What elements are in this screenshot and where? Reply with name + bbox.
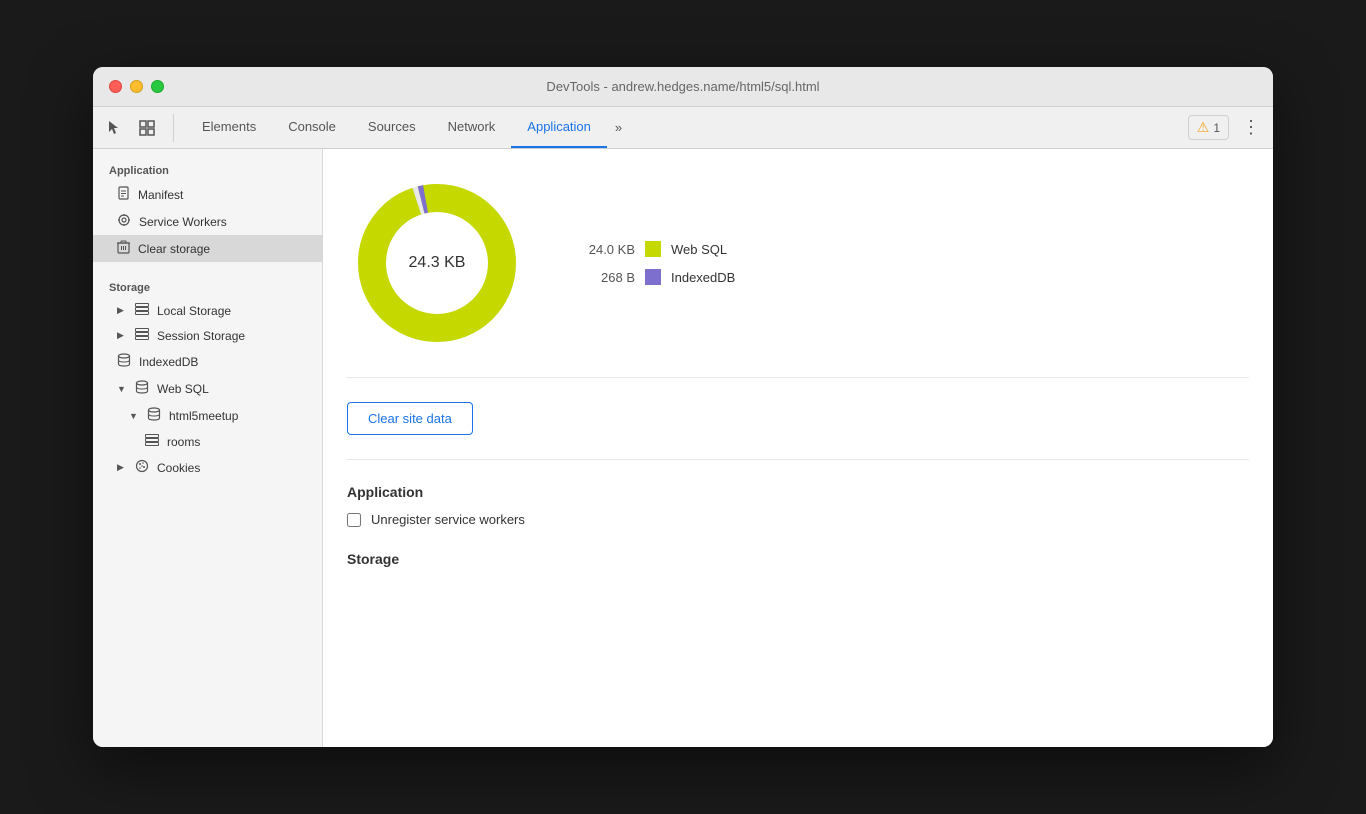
- html5meetup-label: html5meetup: [169, 409, 238, 423]
- unregister-service-workers-label: Unregister service workers: [371, 512, 525, 527]
- web-sql-arrow: ▼: [117, 384, 127, 394]
- toolbar-icons: [101, 114, 174, 142]
- tab-sources[interactable]: Sources: [352, 107, 432, 148]
- tab-network[interactable]: Network: [432, 107, 512, 148]
- clear-site-section: Clear site data: [347, 402, 1249, 460]
- legend-indexeddb: 268 B IndexedDB: [575, 269, 735, 285]
- sidebar-item-local-storage[interactable]: ▶ Local Storage: [93, 298, 322, 323]
- more-options-button[interactable]: ⋮: [1237, 114, 1265, 142]
- indexeddb-icon: [117, 353, 131, 370]
- cursor-icon-button[interactable]: [101, 114, 129, 142]
- web-sql-value: 24.0 KB: [575, 242, 635, 257]
- sidebar-item-clear-storage[interactable]: Clear storage: [93, 235, 322, 262]
- service-workers-label: Service Workers: [139, 215, 227, 229]
- session-storage-label: Session Storage: [157, 329, 245, 343]
- donut-center-label: 24.3 KB: [409, 254, 466, 272]
- local-storage-label: Local Storage: [157, 304, 231, 318]
- unregister-service-workers-row: Unregister service workers: [347, 512, 1249, 527]
- service-workers-icon: [117, 213, 131, 230]
- rooms-icon: [145, 434, 159, 449]
- minimize-button[interactable]: [130, 80, 143, 93]
- indexed-db-legend-label: IndexedDB: [671, 270, 735, 285]
- local-storage-icon: [135, 303, 149, 318]
- traffic-lights: [109, 80, 164, 93]
- sidebar-section-storage: Storage: [93, 274, 322, 298]
- tab-elements[interactable]: Elements: [186, 107, 272, 148]
- chart-section: 24.3 KB 24.0 KB Web SQL 268 B IndexedDB: [347, 173, 1249, 378]
- sidebar-item-cookies[interactable]: ▶ Cookies: [93, 454, 322, 481]
- inspector-icon-button[interactable]: [133, 114, 161, 142]
- close-button[interactable]: [109, 80, 122, 93]
- sidebar-item-html5meetup[interactable]: ▼ html5meetup: [93, 402, 322, 429]
- legend-web-sql: 24.0 KB Web SQL: [575, 241, 735, 257]
- web-sql-icon: [135, 380, 149, 397]
- cookies-label: Cookies: [157, 461, 200, 475]
- warning-badge[interactable]: ⚠ 1: [1188, 115, 1229, 140]
- tab-application[interactable]: Application: [511, 107, 607, 148]
- cookies-icon: [135, 459, 149, 476]
- html5meetup-icon: [147, 407, 161, 424]
- warning-icon: ⚠: [1197, 119, 1210, 136]
- sidebar-item-indexeddb[interactable]: IndexedDB: [93, 348, 322, 375]
- tabs-bar: Elements Console Sources Network Applica…: [186, 107, 1188, 148]
- content-area: 24.3 KB 24.0 KB Web SQL 268 B IndexedDB: [323, 149, 1273, 747]
- window-title: DevTools - andrew.hedges.name/html5/sql.…: [546, 79, 819, 94]
- sidebar-item-web-sql[interactable]: ▼ Web SQL: [93, 375, 322, 402]
- inspector-icon: [138, 119, 156, 137]
- application-section-title: Application: [347, 484, 1249, 500]
- session-storage-icon: [135, 328, 149, 343]
- indexeddb-label: IndexedDB: [139, 355, 198, 369]
- rooms-label: rooms: [167, 435, 200, 449]
- sidebar-item-service-workers[interactable]: Service Workers: [93, 208, 322, 235]
- toolbar: Elements Console Sources Network Applica…: [93, 107, 1273, 149]
- web-sql-color-swatch: [645, 241, 661, 257]
- application-section: Application Unregister service workers: [347, 484, 1249, 527]
- local-storage-arrow: ▶: [117, 305, 127, 316]
- sidebar-item-manifest[interactable]: Manifest: [93, 181, 322, 208]
- clear-site-data-button[interactable]: Clear site data: [347, 402, 473, 435]
- web-sql-legend-label: Web SQL: [671, 242, 727, 257]
- manifest-icon: [117, 186, 130, 203]
- sidebar-item-session-storage[interactable]: ▶ Session Storage: [93, 323, 322, 348]
- toolbar-right: ⚠ 1 ⋮: [1188, 114, 1265, 142]
- titlebar: DevTools - andrew.hedges.name/html5/sql.…: [93, 67, 1273, 107]
- tab-console[interactable]: Console: [272, 107, 352, 148]
- web-sql-label: Web SQL: [157, 382, 209, 396]
- storage-section: Storage: [347, 551, 1249, 567]
- devtools-window: DevTools - andrew.hedges.name/html5/sql.…: [93, 67, 1273, 747]
- session-storage-arrow: ▶: [117, 330, 127, 341]
- tab-more-button[interactable]: »: [607, 107, 630, 148]
- manifest-label: Manifest: [138, 188, 183, 202]
- sidebar: Application Manifest Service Workers Cle…: [93, 149, 323, 747]
- maximize-button[interactable]: [151, 80, 164, 93]
- sidebar-section-application: Application: [93, 157, 322, 181]
- clear-storage-icon: [117, 240, 130, 257]
- main-area: Application Manifest Service Workers Cle…: [93, 149, 1273, 747]
- donut-chart: 24.3 KB: [347, 173, 527, 353]
- cursor-icon: [106, 119, 124, 137]
- unregister-service-workers-checkbox[interactable]: [347, 513, 361, 527]
- storage-section-title: Storage: [347, 551, 1249, 567]
- clear-storage-label: Clear storage: [138, 242, 210, 256]
- chart-legend: 24.0 KB Web SQL 268 B IndexedDB: [575, 241, 735, 285]
- indexed-db-color-swatch: [645, 269, 661, 285]
- cookies-arrow: ▶: [117, 462, 127, 473]
- html5meetup-arrow: ▼: [129, 411, 139, 421]
- indexed-db-value: 268 B: [575, 270, 635, 285]
- sidebar-item-rooms[interactable]: rooms: [93, 429, 322, 454]
